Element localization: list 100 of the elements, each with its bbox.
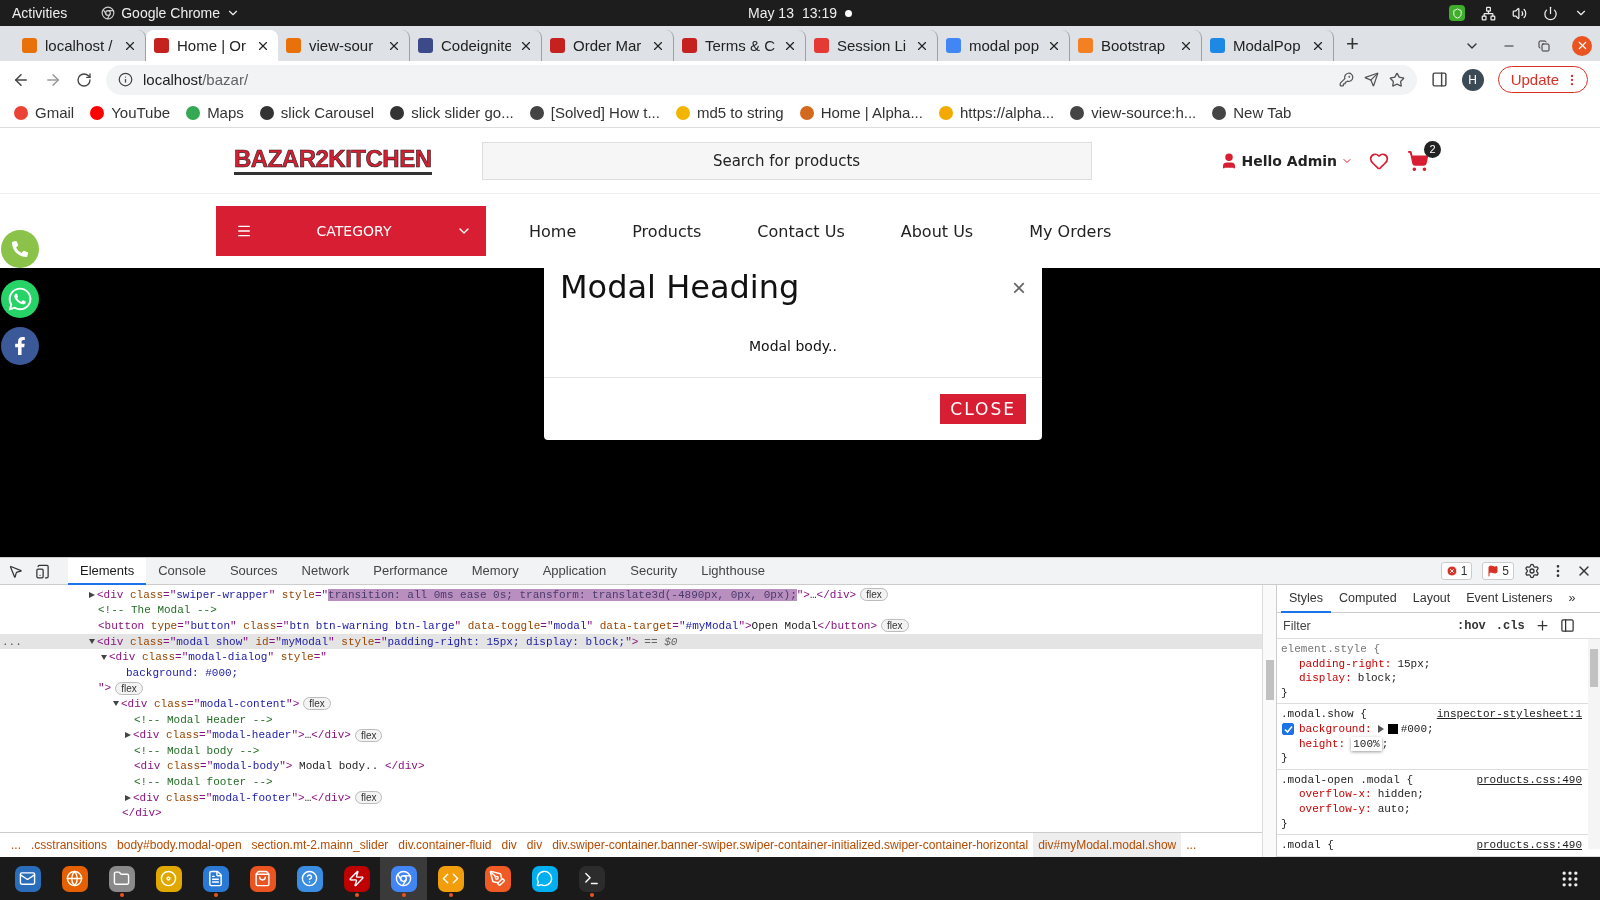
restore-icon[interactable] — [1538, 39, 1550, 52]
cart-count: 2 — [1424, 140, 1441, 158]
browser-icon[interactable] — [380, 857, 427, 900]
browser-tab[interactable]: Home | Or — [146, 30, 278, 61]
bookmark[interactable]: [Solved] How t... — [529, 104, 660, 121]
breadcrumb[interactable]: div — [496, 833, 522, 857]
source-link[interactable]: products.css:490 — [1476, 772, 1582, 788]
site-logo[interactable]: BAZAR2KITCHEN — [234, 146, 432, 175]
breadcrumb[interactable]: .csstransitions — [26, 833, 113, 857]
bookmark[interactable]: https://alpha... — [938, 104, 1055, 121]
inspect-icon[interactable] — [8, 563, 23, 579]
heart-icon[interactable] — [1369, 150, 1389, 171]
close-button[interactable]: CLOSE — [940, 394, 1026, 424]
collapse-arrow-icon[interactable] — [101, 654, 107, 660]
code-token: Modal body.. — [298, 760, 380, 773]
css-property: overflow-y: — [1299, 801, 1372, 817]
code-token: button — [190, 620, 231, 632]
devtools-tab[interactable]: Console — [146, 557, 218, 585]
nav-link[interactable]: Products — [619, 221, 715, 241]
css-brace: } — [1281, 751, 1289, 766]
app-icon — [101, 6, 116, 20]
devtools-tab[interactable]: Performance — [361, 557, 460, 585]
sidebar-toggle-icon[interactable] — [1559, 618, 1575, 633]
expand-arrow-icon[interactable] — [89, 591, 95, 598]
breadcrumb[interactable]: ... — [6, 833, 26, 857]
code-token: class — [154, 697, 188, 710]
more-tabs-button[interactable]: » — [1560, 585, 1584, 613]
settings-icon[interactable] — [1524, 563, 1540, 579]
collapse-arrow-icon[interactable] — [89, 639, 95, 645]
update-button[interactable]: Update — [1497, 66, 1588, 93]
breadcrumb[interactable]: div.container-fluid — [393, 833, 497, 857]
account-menu[interactable]: Hello Admin — [1219, 151, 1353, 170]
breadcrumb[interactable]: body#body.modal-open — [112, 833, 247, 857]
source-link[interactable]: products.css:490 — [1476, 838, 1582, 853]
activities-button[interactable]: Activities — [12, 5, 68, 21]
breadcrumb[interactable]: div#myModal.modal.show — [1033, 833, 1182, 857]
devtools-tab[interactable]: Memory — [459, 557, 531, 585]
cart-icon[interactable] — [1407, 149, 1429, 172]
collapse-arrow-icon[interactable] — [113, 701, 119, 707]
styles-tab[interactable]: Computed — [1331, 585, 1405, 613]
new-tab-button[interactable]: + — [1346, 30, 1359, 57]
breadcrumb[interactable]: div — [521, 833, 548, 857]
devtools-tab[interactable]: Lighthouse — [689, 557, 777, 585]
devtools-tab[interactable]: Security — [618, 557, 690, 585]
category-button[interactable]: CATEGORY — [216, 206, 486, 256]
checkbox[interactable] — [1282, 723, 1294, 736]
code-token: modal-header — [212, 729, 292, 742]
css-property: padding-right: — [1299, 656, 1392, 672]
clock-time[interactable]: 13:19 — [801, 5, 837, 21]
devtools-tab[interactable]: Application — [530, 557, 619, 585]
styles-tab[interactable]: Styles — [1281, 585, 1332, 613]
bookmark[interactable]: Home | Alpha... — [799, 104, 923, 121]
search-field[interactable]: Search for products — [481, 141, 1092, 180]
bookmark[interactable]: md5 to string — [675, 104, 784, 121]
error-count[interactable]: 1 — [1440, 562, 1473, 580]
expand-arrow-icon[interactable] — [125, 732, 131, 739]
reload-icon[interactable] — [76, 71, 92, 88]
css-property: height: — [1299, 736, 1346, 752]
code-token: data-toggle — [467, 620, 541, 632]
code-token: "> — [796, 588, 810, 601]
bookmark[interactable]: slick slider go... — [390, 104, 514, 121]
hov-toggle[interactable]: :hov — [1457, 618, 1486, 633]
nav-link[interactable]: My Orders — [1016, 221, 1125, 241]
bookmark[interactable]: YouTube — [90, 104, 171, 121]
breadcrumb[interactable]: section.mt-2.mainn_slider — [246, 833, 394, 857]
cls-toggle[interactable]: .cls — [1495, 618, 1525, 633]
bookmark[interactable]: Maps — [186, 104, 244, 121]
bookmark[interactable]: view-source:h... — [1070, 104, 1197, 121]
breadcrumb[interactable]: ... — [1181, 833, 1202, 857]
css-punctuation: ; — [1381, 736, 1389, 752]
clock[interactable]: May 13 — [748, 5, 794, 21]
bookmark[interactable]: New Tab — [1212, 104, 1292, 121]
side-panel-icon[interactable] — [1430, 71, 1448, 88]
source-link[interactable]: inspector-stylesheet:1 — [1436, 707, 1582, 722]
code-token: =" — [276, 620, 290, 632]
bookmark[interactable]: Gmail — [14, 104, 75, 121]
code-token: =" — [187, 697, 201, 710]
issue-count[interactable]: 5 — [1482, 562, 1514, 580]
send-icon[interactable] — [1363, 72, 1379, 87]
device-toolbar-icon[interactable] — [35, 563, 50, 579]
address-bar[interactable]: localhost/bazar/ — [106, 64, 1417, 95]
css-value: hidden; — [1377, 787, 1424, 802]
nav-link[interactable]: Contact Us — [744, 221, 858, 241]
nav-link[interactable]: Home — [516, 221, 590, 241]
breadcrumb[interactable]: div.swiper-container.banner-swiper.swiper-container-initialized.swiper-container-horizontal — [547, 833, 1034, 857]
modal-close-button[interactable]: × — [1012, 274, 1026, 302]
devtools-tab[interactable]: Network — [289, 557, 362, 585]
devtools-tab[interactable]: Sources — [217, 557, 290, 585]
styles-tab[interactable]: Layout — [1404, 585, 1459, 613]
expand-arrow-icon[interactable] — [125, 794, 131, 801]
add-rule-icon[interactable] — [1534, 618, 1550, 633]
css-value: 15px; — [1397, 656, 1431, 672]
app-menu[interactable]: Google Chrome — [121, 5, 221, 21]
bookmark[interactable]: slick Carousel — [259, 104, 375, 121]
styles-tab[interactable]: Event Listeners — [1458, 585, 1561, 613]
nav-link[interactable]: About Us — [887, 221, 987, 241]
key-icon[interactable] — [1338, 72, 1354, 87]
devtools-tab[interactable]: Elements — [68, 557, 147, 585]
bookmark-star-icon[interactable] — [1388, 71, 1405, 88]
profile-avatar[interactable]: H — [1461, 68, 1484, 91]
